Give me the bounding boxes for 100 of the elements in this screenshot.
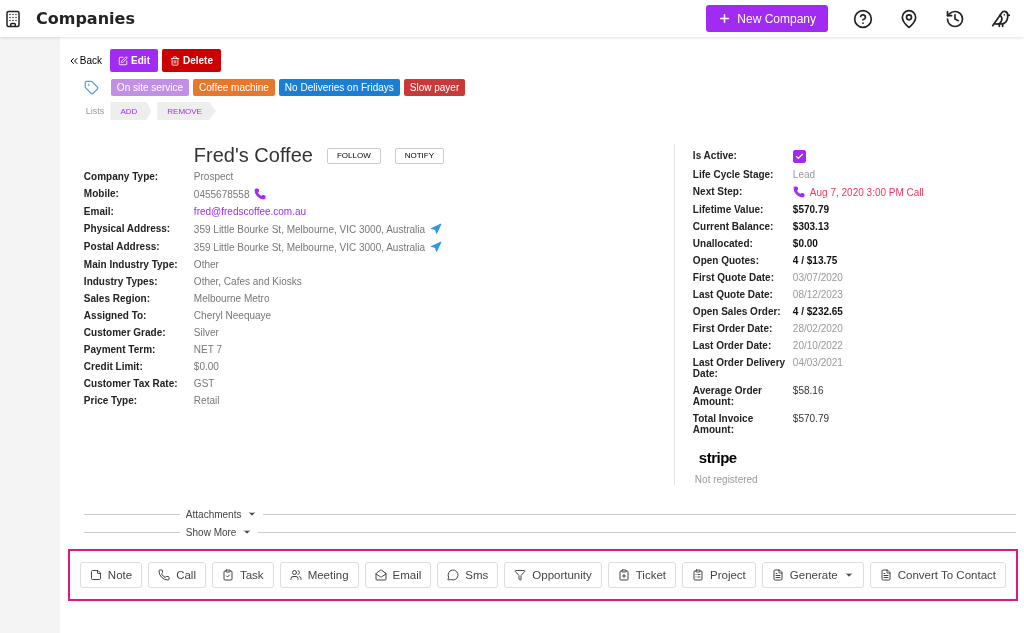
section-toggle[interactable]: Show More xyxy=(185,526,237,538)
users-icon xyxy=(289,569,302,581)
field-label: Is Active: xyxy=(692,150,738,161)
field-value: NET 7 xyxy=(193,344,223,355)
field-label: Unallocated: xyxy=(692,238,754,249)
field-value: $570.79 xyxy=(792,204,829,215)
field-label: Next Step: xyxy=(692,186,744,197)
phone-icon xyxy=(158,569,171,581)
action-button[interactable]: Meeting xyxy=(279,562,359,588)
field-label: Last Order Delivery Date: xyxy=(692,357,787,379)
notify-button[interactable]: NOTIFY xyxy=(394,147,445,164)
field-label: Postal Address: xyxy=(83,241,161,252)
field-value: 20/10/2022 xyxy=(792,340,843,351)
trash-icon xyxy=(170,55,180,66)
phone-icon[interactable] xyxy=(254,188,267,200)
new-company-button[interactable]: New Company xyxy=(706,5,828,32)
edit-button[interactable]: Edit xyxy=(110,49,158,72)
field-value: Other xyxy=(193,259,219,270)
action-button[interactable]: Email xyxy=(364,562,432,588)
active-checkbox[interactable] xyxy=(792,150,806,163)
field-label: Industry Types: xyxy=(83,276,159,287)
clipboard-list-icon xyxy=(692,569,704,581)
document-icon xyxy=(879,569,892,581)
clipboard-check-icon xyxy=(221,569,234,581)
history-icon[interactable] xyxy=(945,8,965,29)
field-label: Assigned To: xyxy=(83,310,148,321)
field-value: $570.79 xyxy=(792,413,829,424)
field-value: $0.00 xyxy=(792,238,818,249)
help-icon[interactable] xyxy=(853,8,873,29)
clipboard-plus-icon xyxy=(617,569,630,581)
field-label: Credit Limit: xyxy=(83,361,144,372)
field-value: Lead xyxy=(792,169,816,180)
follow-button[interactable]: FOLLOW xyxy=(326,147,381,164)
document-icon xyxy=(771,569,784,581)
action-button[interactable]: Note xyxy=(79,562,143,588)
stripe-status: Not registered xyxy=(694,474,759,485)
email-link[interactable]: fred@fredscoffee.com.au xyxy=(193,206,307,217)
field-value: $303.13 xyxy=(792,221,829,232)
pin-icon[interactable] xyxy=(899,8,919,29)
action-button[interactable]: Opportunity xyxy=(504,562,602,588)
chat-bubble-icon xyxy=(447,569,460,581)
field-value: Prospect xyxy=(193,171,234,182)
field-label: Open Sales Order: xyxy=(692,306,782,317)
field-value: $58.16 xyxy=(792,385,824,396)
field-value: 28/02/2020 xyxy=(792,323,843,334)
field-value: 04/03/2021 xyxy=(792,357,843,368)
field-label: Mobile: xyxy=(83,188,120,199)
field-label: Lifetime Value: xyxy=(692,204,765,215)
filter-icon xyxy=(514,569,527,581)
back-button[interactable]: Back xyxy=(67,54,107,67)
building-icon xyxy=(4,9,22,28)
envelope-icon xyxy=(374,569,387,581)
field-label: Price Type: xyxy=(83,395,139,406)
remove-button[interactable]: REMOVE xyxy=(157,102,216,120)
delete-button[interactable]: Delete xyxy=(162,49,221,72)
bird-icon[interactable] xyxy=(991,8,1011,29)
field-label: Payment Term: xyxy=(83,344,157,355)
edit-icon xyxy=(118,55,129,66)
field-label: Last Quote Date: xyxy=(692,289,774,300)
field-value: 03/07/2020 xyxy=(792,272,843,283)
action-button[interactable]: Convert To Contact xyxy=(869,562,1006,588)
field-label: Life Cycle Stage: xyxy=(692,169,775,180)
field-label: First Order Date: xyxy=(692,323,774,334)
field-label: Customer Tax Rate: xyxy=(83,378,179,389)
field-value: GST xyxy=(193,378,215,389)
field-value: 4 / $13.75 xyxy=(792,255,838,266)
action-button[interactable]: Call xyxy=(148,562,206,588)
page-title: Companies xyxy=(36,9,136,28)
section-toggle[interactable]: Attachments xyxy=(185,508,242,520)
field-value: Cheryl Neequaye xyxy=(193,310,272,321)
add-button[interactable]: ADD xyxy=(110,102,152,120)
field-label: First Quote Date: xyxy=(692,272,775,283)
field-label: Email: xyxy=(83,206,115,217)
field-label: Average Order Amount: xyxy=(692,385,763,407)
action-button[interactable]: Generate xyxy=(761,562,864,588)
company-name: Fred's Coffee xyxy=(193,144,313,167)
caret-icon xyxy=(247,509,258,519)
phone-icon[interactable] xyxy=(792,186,805,198)
field-label: Customer Grade: xyxy=(83,327,167,338)
next-step-link[interactable]: Aug 7, 2020 3:00 PM Call xyxy=(809,186,924,198)
plus-icon xyxy=(718,12,732,25)
tag-label[interactable]: No Deliveries on Fridays xyxy=(278,79,400,96)
action-button[interactable]: Task xyxy=(211,562,274,588)
field-label: Current Balance: xyxy=(692,221,775,232)
note-icon xyxy=(89,569,102,581)
tag-label[interactable]: Slow payer xyxy=(403,79,466,96)
tag-icon[interactable] xyxy=(83,80,99,95)
field-value: Silver xyxy=(193,327,219,338)
field-label: Sales Region: xyxy=(83,293,151,304)
field-value: $0.00 xyxy=(193,361,219,372)
caret-icon xyxy=(242,527,253,537)
field-label: Last Order Date: xyxy=(692,340,773,351)
field-label: Company Type: xyxy=(83,171,160,182)
action-button[interactable]: Sms xyxy=(437,562,499,588)
action-button[interactable]: Ticket xyxy=(607,562,676,588)
action-button[interactable]: Project xyxy=(682,562,756,588)
field-label: Total Invoice Amount: xyxy=(692,413,755,435)
field-value: 08/12/2023 xyxy=(792,289,843,300)
lists-label: Lists xyxy=(85,106,105,116)
stripe-logo: stripe xyxy=(698,449,738,466)
